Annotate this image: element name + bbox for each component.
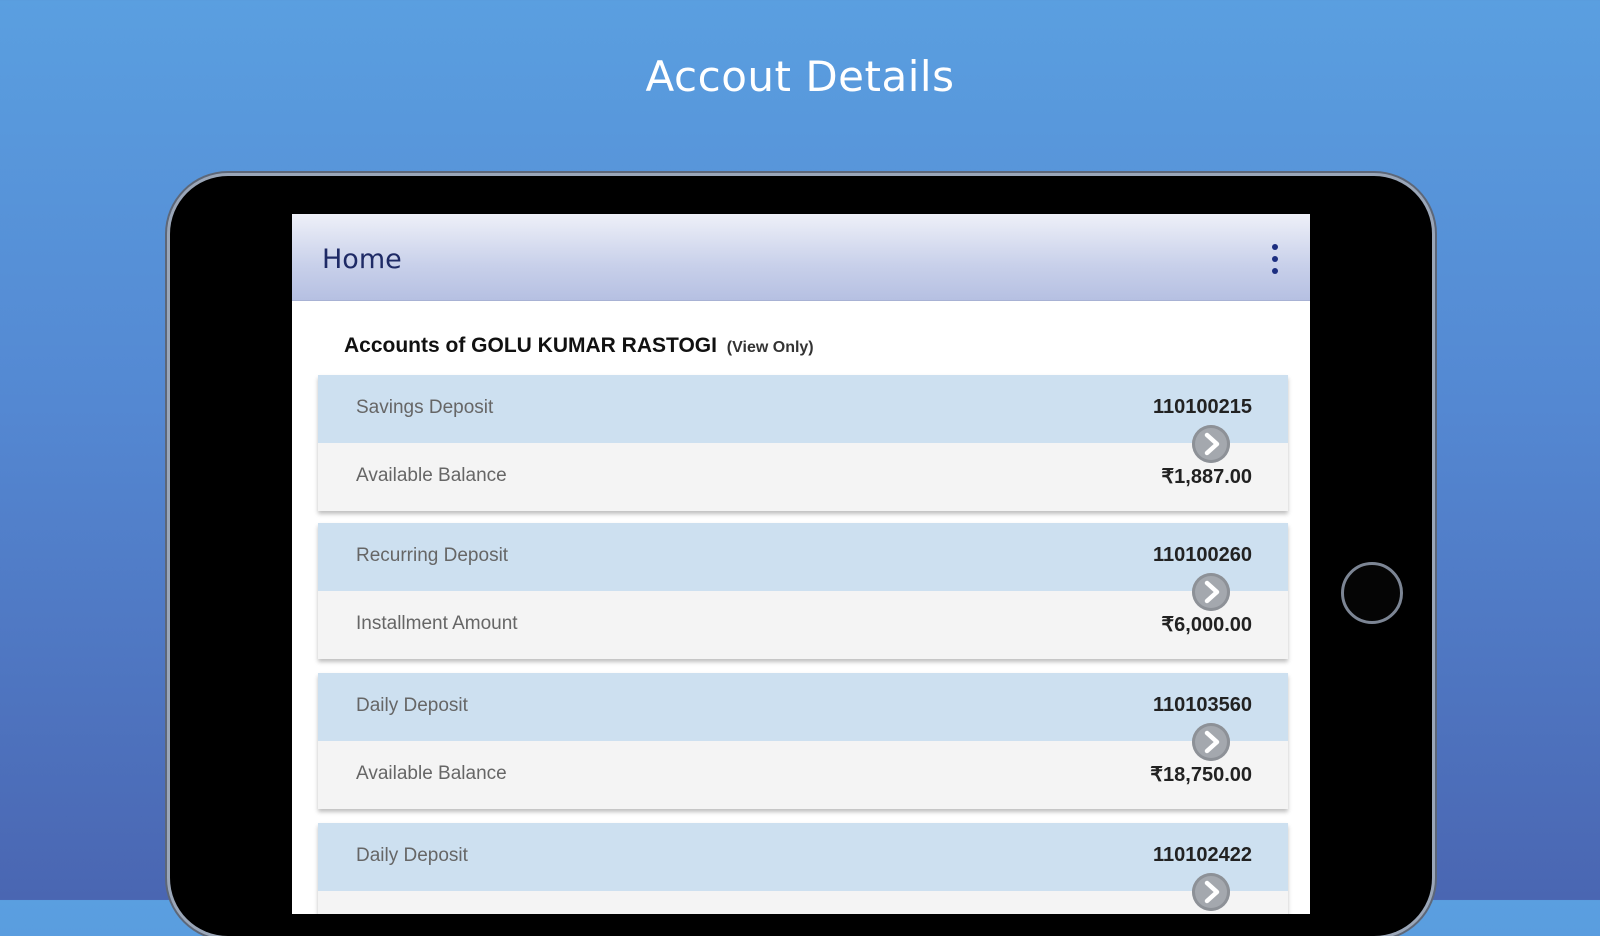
account-card[interactable]: Daily Deposit 110103560 Available Balanc… <box>318 673 1288 809</box>
account-card-body: Available Balance ₹1,887.00 <box>318 443 1288 511</box>
view-only-label: (View Only) <box>726 339 814 356</box>
account-card[interactable]: Daily Deposit 110102422 <box>318 823 1288 914</box>
account-card-header: Savings Deposit 110100215 <box>318 375 1288 443</box>
amount-value: ₹18,750.00 <box>1150 764 1252 786</box>
amount-label: Available Balance <box>356 465 507 486</box>
account-type: Daily Deposit <box>356 845 468 866</box>
amount-label: Available Balance <box>356 763 507 784</box>
account-card-header: Daily Deposit 110103560 <box>318 673 1288 741</box>
more-vertical-icon[interactable] <box>1270 244 1280 274</box>
chevron-right-icon[interactable] <box>1192 573 1230 611</box>
account-type: Savings Deposit <box>356 397 494 418</box>
account-card-header: Daily Deposit 110102422 <box>318 823 1288 891</box>
account-card-body: Available Balance ₹18,750.00 <box>318 741 1288 809</box>
account-card[interactable]: Recurring Deposit 110100260 Installment … <box>318 523 1288 659</box>
app-screen: Home Accounts of GOLU KUMAR RASTOGI (Vie… <box>292 214 1310 914</box>
account-number: 110103560 <box>1152 694 1252 716</box>
chevron-right-icon[interactable] <box>1192 723 1230 761</box>
account-card[interactable]: Savings Deposit 110100215 Available Bala… <box>318 375 1288 511</box>
amount-label: Installment Amount <box>356 613 518 634</box>
account-number: 110100260 <box>1152 544 1252 566</box>
account-card-body <box>318 891 1288 914</box>
owner-name: Accounts of GOLU KUMAR RASTOGI <box>344 334 717 357</box>
app-bar: Home <box>292 214 1310 301</box>
account-number: 110100215 <box>1152 396 1252 418</box>
promo-title: Accout Details <box>645 52 955 101</box>
account-number: 110102422 <box>1152 844 1252 866</box>
accounts-owner-heading: Accounts of GOLU KUMAR RASTOGI (View Onl… <box>344 334 814 358</box>
account-type: Daily Deposit <box>356 695 468 716</box>
app-bar-title: Home <box>322 244 402 275</box>
account-card-body: Installment Amount ₹6,000.00 <box>318 591 1288 659</box>
amount-value: ₹6,000.00 <box>1161 614 1252 636</box>
chevron-right-icon[interactable] <box>1192 873 1230 911</box>
tablet-home-button[interactable] <box>1341 562 1403 624</box>
account-card-header: Recurring Deposit 110100260 <box>318 523 1288 591</box>
amount-value: ₹1,887.00 <box>1161 466 1252 488</box>
chevron-right-icon[interactable] <box>1192 425 1230 463</box>
account-type: Recurring Deposit <box>356 545 509 566</box>
